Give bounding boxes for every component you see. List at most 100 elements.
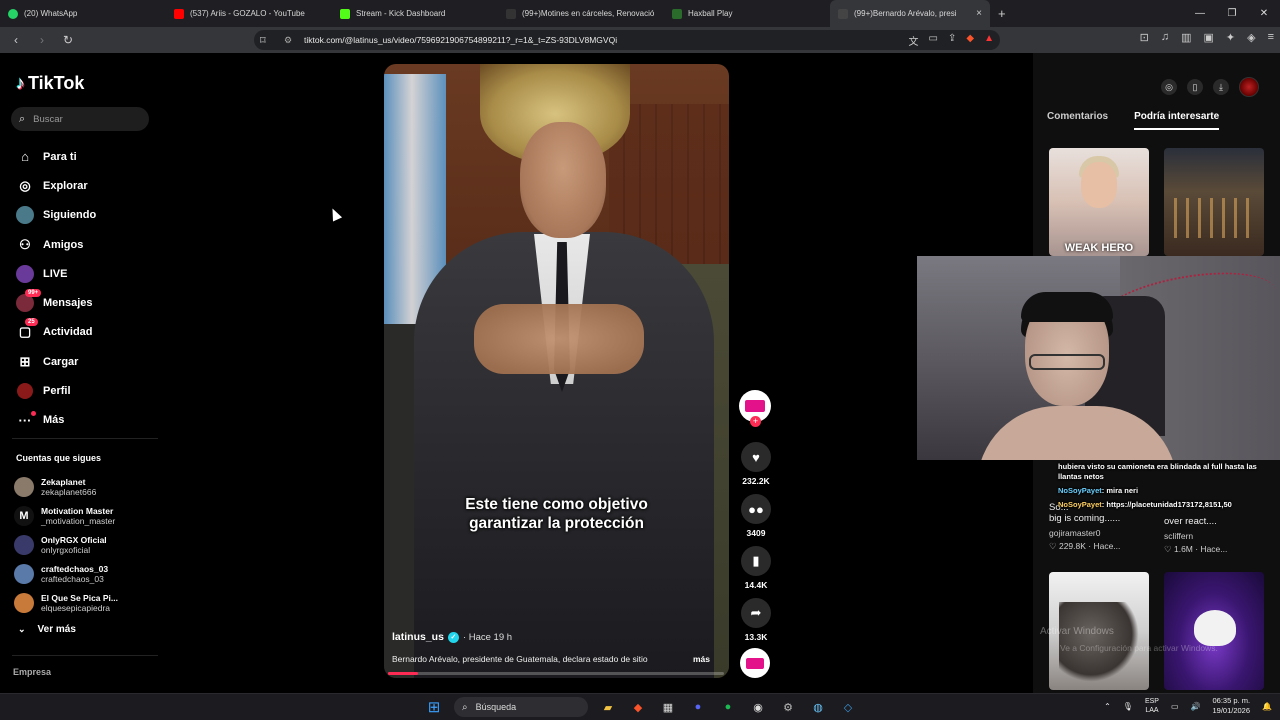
- brave-shield-icon[interactable]: ◆: [966, 33, 974, 48]
- vscode-icon[interactable]: ◇: [838, 697, 858, 717]
- avatar: [14, 534, 34, 555]
- music-disc[interactable]: [740, 648, 770, 678]
- following-item[interactable]: El Que Se Pica Pi... elquesepicapiedra: [14, 588, 118, 617]
- nav-siguiendo[interactable]: Siguiendo: [16, 201, 96, 230]
- tiktok-logo[interactable]: ♪ TikTok: [16, 73, 84, 94]
- nav-amigos[interactable]: ⚇ Amigos: [16, 230, 96, 259]
- reload-icon[interactable]: ↻: [58, 33, 78, 47]
- nav-label: Más: [43, 414, 65, 427]
- taskbar-search[interactable]: ⌕ Búsqueda: [454, 697, 588, 717]
- share-count: 13.3K: [744, 632, 768, 642]
- menu-icon[interactable]: ≡: [1268, 31, 1274, 44]
- brave-icon[interactable]: ◆: [628, 697, 648, 717]
- site-info-icon[interactable]: ⚙: [284, 35, 292, 46]
- phone-icon[interactable]: ▯: [1187, 79, 1203, 95]
- following-item[interactable]: craftedchaos_03 craftedchaos_03: [14, 559, 118, 588]
- close-tab-icon[interactable]: ×: [976, 8, 982, 19]
- video-author[interactable]: latinus_us ✓ · Hace 19 h: [392, 631, 512, 643]
- more-button[interactable]: más: [693, 654, 710, 664]
- home-icon: ⌂: [21, 149, 29, 165]
- sidebar-toggle-icon[interactable]: ▥: [1181, 31, 1191, 44]
- settings-icon[interactable]: ⚙: [778, 697, 798, 717]
- translate-icon[interactable]: 文: [909, 33, 919, 48]
- chat-message: NoSoyPayet: mira neri: [1058, 486, 1280, 496]
- steam-icon[interactable]: ◍: [808, 697, 828, 717]
- nav-explorar[interactable]: ◎ Explorar: [16, 171, 96, 200]
- language-indicator[interactable]: ESP LAA: [1145, 697, 1159, 715]
- forward-icon[interactable]: ›: [32, 33, 52, 47]
- user-avatar[interactable]: [1239, 77, 1259, 97]
- brave-rewards-icon[interactable]: ▲: [984, 33, 994, 48]
- following-list: Zekaplanet zekaplanet666 M Motivation Mast…: [14, 472, 118, 617]
- compass-icon[interactable]: ◎: [1161, 79, 1177, 95]
- close-window-icon[interactable]: ✕: [1248, 8, 1280, 19]
- suggested-video-info[interactable]: over react.... scliffern ♡ 1.6M · Hace..…: [1164, 516, 1274, 555]
- volume-icon[interactable]: 🔊: [1191, 702, 1201, 711]
- suggested-video-thumb[interactable]: [1164, 572, 1264, 690]
- tab-comentarios[interactable]: Comentarios: [1047, 111, 1108, 130]
- maximize-icon[interactable]: ❐: [1216, 8, 1248, 19]
- file-explorer-icon[interactable]: ▰: [598, 697, 618, 717]
- compass-icon: ◎: [19, 177, 31, 193]
- nav-cargar[interactable]: ⊞ Cargar: [16, 347, 96, 376]
- download-icon[interactable]: ⤓: [1213, 79, 1229, 95]
- nav-live[interactable]: LIVE: [16, 259, 96, 288]
- tab-youtube[interactable]: (537) Ariis - GOZALO - YouTube: [166, 0, 332, 27]
- nav-mensajes[interactable]: 99+ Mensajes: [16, 288, 96, 317]
- nav-label: Perfil: [43, 385, 71, 398]
- save-button[interactable]: ▮ 14.4K: [738, 546, 774, 590]
- following-item[interactable]: M Motivation Master _motivation_master: [14, 501, 118, 530]
- tab-kick[interactable]: Stream - Kick Dashboard: [332, 0, 498, 27]
- following-user: _motivation_master: [41, 515, 116, 526]
- new-tab-icon[interactable]: +: [998, 6, 1006, 21]
- nav-perfil[interactable]: Perfil: [16, 376, 96, 405]
- url-actions: 文 ▭ ⇪ ◆ ▲: [909, 33, 994, 48]
- notification-bell-icon[interactable]: 🔔: [1262, 702, 1272, 711]
- tab-tiktok-active[interactable]: (99+)Bernardo Arévalo, presi ×: [830, 0, 990, 27]
- share-button[interactable]: ➦ 13.3K: [738, 598, 774, 642]
- webcam-overlay: [917, 256, 1280, 460]
- suggested-video-thumb[interactable]: WEAK HERO: [1049, 148, 1149, 256]
- following-item[interactable]: Zekaplanet zekaplanet666: [14, 472, 118, 501]
- tab-tiktok-motines[interactable]: (99+)Motines en cárceles, Renovació: [498, 0, 664, 27]
- suggested-video-thumb[interactable]: [1164, 148, 1264, 256]
- follow-plus-icon[interactable]: +: [750, 416, 761, 427]
- see-more-button[interactable]: ⌄ Ver más: [18, 624, 76, 635]
- windows-start-icon[interactable]: ⊞: [424, 697, 444, 717]
- vpn-icon[interactable]: ◈: [1247, 31, 1255, 44]
- minimize-icon[interactable]: —: [1184, 8, 1216, 19]
- tray-chevron-icon[interactable]: ⌃: [1104, 702, 1111, 711]
- network-icon[interactable]: ▭: [1171, 702, 1179, 711]
- like-button[interactable]: ♥ 232.2K: [738, 442, 774, 486]
- progress-fill: [388, 672, 419, 675]
- url-field[interactable]: ⌑ ⚙ tiktok.com/@latinus_us/video/7596921…: [254, 30, 1000, 50]
- nav-actividad[interactable]: ▢ 25 Actividad: [16, 318, 96, 347]
- bookmark-icon[interactable]: ⌑: [260, 34, 266, 47]
- leo-icon[interactable]: ✦: [1226, 31, 1235, 44]
- discord-icon[interactable]: ●: [688, 697, 708, 717]
- screenshot-icon[interactable]: ⊡: [1140, 31, 1149, 44]
- video-progress-bar[interactable]: [388, 672, 724, 675]
- clock[interactable]: 06:35 p. m. 19/01/2026: [1212, 696, 1250, 716]
- comment-button[interactable]: ●● 3409: [738, 494, 774, 538]
- search-input[interactable]: ⌕ Buscar: [11, 107, 149, 131]
- nav-mas[interactable]: ··· Más: [16, 406, 96, 435]
- empresa-link[interactable]: Empresa: [13, 667, 51, 677]
- tab-haxball[interactable]: Haxball Play: [664, 0, 830, 27]
- tab-podria-interesarte[interactable]: Podría interesarte: [1134, 111, 1220, 130]
- back-icon[interactable]: ‹: [6, 33, 26, 47]
- store-icon[interactable]: ▦: [658, 697, 678, 717]
- share-icon[interactable]: ⇪: [948, 33, 956, 48]
- creator-avatar[interactable]: +: [739, 390, 771, 427]
- following-item[interactable]: OnlyRGX Oficial onlyrgxoficial: [14, 530, 118, 559]
- obs-icon[interactable]: ◉: [748, 697, 768, 717]
- tab-label: (99+)Motines en cárceles, Renovació: [522, 9, 655, 18]
- video-player[interactable]: Este tiene como objetivo garantizar la p…: [384, 64, 729, 678]
- media-icon[interactable]: ♫: [1161, 31, 1169, 44]
- cast-icon[interactable]: ▭: [929, 33, 938, 48]
- mic-icon[interactable]: 🎙: [1123, 702, 1133, 711]
- wallet-icon[interactable]: ▣: [1203, 31, 1213, 44]
- spotify-icon[interactable]: ●: [718, 697, 738, 717]
- tab-whatsapp[interactable]: (20) WhatsApp: [0, 0, 166, 27]
- nav-para-ti[interactable]: ⌂ Para ti: [16, 142, 96, 171]
